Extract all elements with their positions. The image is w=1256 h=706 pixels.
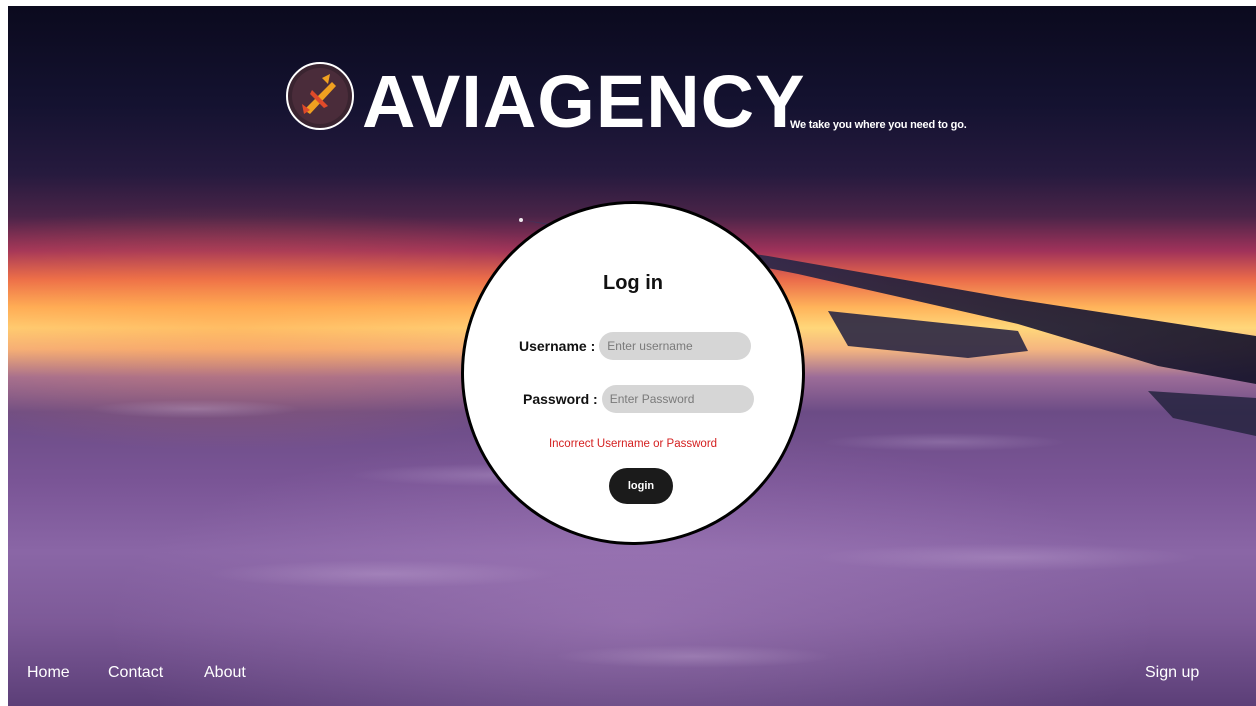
login-button[interactable]: login [609,468,673,504]
nav-signup-link[interactable]: Sign up [1145,664,1199,682]
login-title: Log in [603,272,663,294]
username-label: Username : [519,338,596,354]
username-input[interactable] [599,332,752,360]
login-error-message: Incorrect Username or Password [548,438,718,450]
brand-name: AVIAGENCY [362,60,806,143]
logo [284,60,356,132]
nav-contact-link[interactable]: Contact [108,664,163,682]
password-input[interactable] [601,385,754,413]
airplane-icon [286,62,354,130]
password-label: Password : [523,391,598,407]
login-panel: Log in Username : Password : Incorrect U… [461,201,805,545]
nav-home-link[interactable]: Home [27,664,70,682]
hero-background: AVIAGENCY We take you where you need to … [8,6,1256,706]
password-row: Password : [523,385,754,413]
username-row: Username : [519,332,752,360]
brand-tagline: We take you where you need to go. [790,119,967,131]
nav-about-link[interactable]: About [204,664,246,682]
